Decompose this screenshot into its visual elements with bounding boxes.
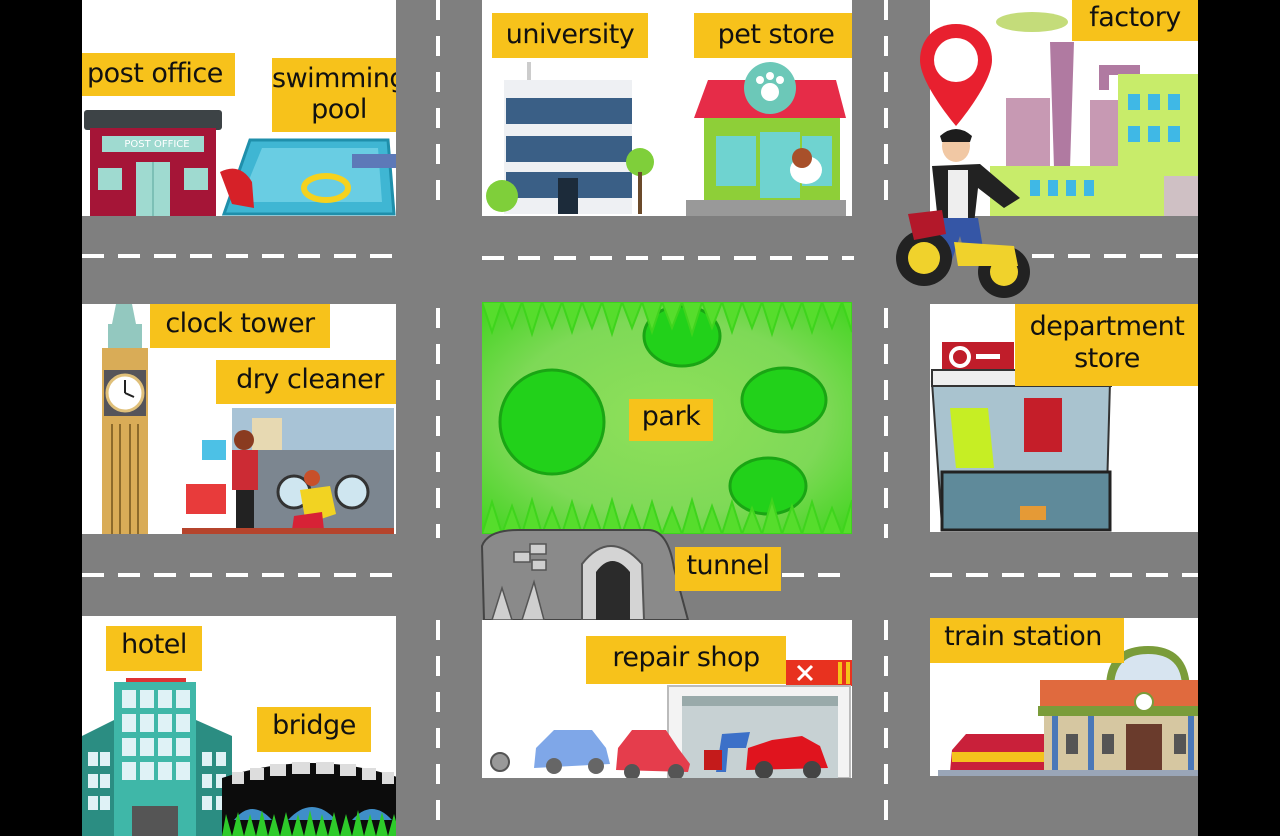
- post-office-sign-text: POST OFFICE: [124, 139, 190, 150]
- factory-label: factory: [1072, 0, 1198, 41]
- lane-marking: [82, 573, 396, 577]
- tunnel-icon: [480, 529, 690, 620]
- swimming-pool-label-line1: swimming: [272, 63, 396, 94]
- lane-marking: [884, 0, 888, 214]
- block-clock-tower-dry-cleaner: clock tower dry cleaner: [82, 304, 396, 534]
- pet-store-building-icon: [686, 62, 846, 216]
- park-label: park: [629, 399, 713, 441]
- block-hotel-bridge: hotel bridge: [82, 616, 396, 836]
- city-map: POST OFFICE post office swimming pool un…: [82, 0, 1198, 836]
- block-department-store: department store: [930, 304, 1198, 532]
- lane-marking: [436, 620, 440, 836]
- post-office-label: post office: [82, 53, 235, 96]
- bush: [498, 368, 606, 476]
- lane-marking: [884, 308, 888, 538]
- lane-marking: [436, 0, 440, 200]
- swimming-pool-label-line2: pool: [311, 94, 367, 125]
- tunnel-label: tunnel: [675, 547, 781, 591]
- motorcycle-rider-icon: [896, 129, 1030, 298]
- lane-marking: [782, 573, 854, 577]
- bridge-label: bridge: [257, 707, 371, 752]
- lane-marking: [82, 254, 396, 258]
- swimming-pool-icon: [220, 138, 396, 216]
- hotel-building-icon: [82, 678, 232, 836]
- map-pin-icon: [920, 24, 992, 126]
- hotel-label: hotel: [106, 626, 202, 671]
- block-post-office-pool: POST OFFICE post office swimming pool: [82, 0, 396, 216]
- bridge-icon: [222, 762, 396, 836]
- dry-cleaner-label: dry cleaner: [216, 360, 396, 404]
- pet-store-label: pet store: [694, 13, 852, 58]
- clock-tower-icon: [102, 304, 148, 534]
- department-store-label-line2: store: [1074, 343, 1140, 374]
- swimming-pool-label: swimming pool: [272, 58, 396, 132]
- lane-marking: [1032, 254, 1198, 258]
- post-office-building-icon: [84, 110, 222, 216]
- university-label: university: [492, 13, 648, 58]
- park-area: park: [482, 302, 852, 534]
- train-station-label: train station: [930, 618, 1124, 663]
- clock-tower-label: clock tower: [150, 304, 330, 348]
- lane-marking: [930, 573, 1198, 577]
- lane-marking: [436, 308, 440, 538]
- lane-marking: [482, 256, 854, 260]
- dry-cleaner-shop-icon: [182, 408, 394, 534]
- repair-shop-label: repair shop: [586, 636, 786, 684]
- department-store-label: department store: [1015, 304, 1198, 386]
- bush: [728, 456, 808, 516]
- block-repair-shop: repair shop: [482, 620, 852, 778]
- lane-marking: [884, 620, 888, 836]
- block-university-pet-store: university pet store: [482, 0, 852, 216]
- block-train-station: train station: [930, 618, 1198, 776]
- bush: [740, 366, 828, 434]
- university-building-icon: [486, 62, 654, 214]
- department-store-label-line1: department: [1029, 311, 1185, 342]
